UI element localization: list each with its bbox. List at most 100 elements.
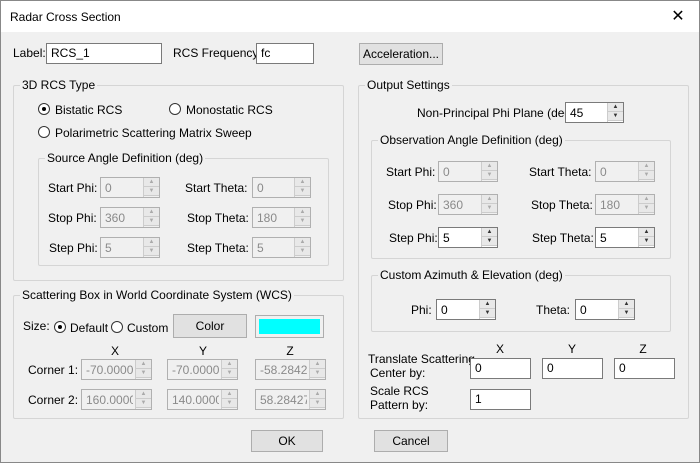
step-phi-label: Step Phi:: [389, 231, 438, 245]
scale-input[interactable]: 1: [470, 389, 531, 410]
down-arrow-icon[interactable]: ▼: [619, 309, 634, 318]
ok-button[interactable]: OK: [251, 430, 323, 452]
down-arrow-icon[interactable]: ▼: [482, 204, 497, 213]
down-arrow-icon[interactable]: ▼: [480, 309, 495, 318]
value: -70.000000: [86, 363, 133, 377]
down-arrow-icon[interactable]: ▼: [136, 399, 151, 408]
translate-x-input[interactable]: 0: [470, 358, 531, 379]
stop-theta-label: Stop Theta:: [531, 198, 593, 212]
down-arrow-icon[interactable]: ▼: [482, 237, 497, 246]
up-arrow-icon[interactable]: ▲: [144, 208, 159, 217]
up-arrow-icon[interactable]: ▲: [639, 195, 654, 204]
value: 0: [441, 303, 448, 317]
up-arrow-icon[interactable]: ▲: [639, 162, 654, 171]
corner2-z-spinner[interactable]: 58.284271▲▼: [255, 389, 326, 410]
custom-size-radio[interactable]: [111, 321, 123, 333]
obs-stop-theta-spinner[interactable]: 180 ▲ ▼: [595, 194, 655, 215]
npp-spinner[interactable]: 45 ▲ ▼: [565, 102, 624, 123]
obs-start-theta-spinner[interactable]: 0 ▲ ▼: [595, 161, 655, 182]
down-arrow-icon[interactable]: ▼: [144, 217, 159, 226]
up-arrow-icon[interactable]: ▲: [136, 390, 151, 399]
down-arrow-icon[interactable]: ▼: [295, 217, 310, 226]
up-arrow-icon[interactable]: ▲: [482, 162, 497, 171]
obs-start-phi-spinner[interactable]: 0 ▲ ▼: [438, 161, 498, 182]
down-arrow-icon[interactable]: ▼: [310, 369, 325, 378]
acceleration-button[interactable]: Acceleration...: [359, 43, 443, 65]
start-theta-label: Start Theta:: [529, 165, 592, 179]
obs-step-theta-spinner[interactable]: 5 ▲ ▼: [595, 227, 655, 248]
dialog-window: Radar Cross Section ✕ Label: RCS_1 RCS F…: [0, 0, 700, 463]
source-stop-theta-spinner[interactable]: 180 ▲ ▼: [252, 207, 311, 228]
translate-z-input[interactable]: 0: [614, 358, 675, 379]
down-arrow-icon[interactable]: ▼: [136, 369, 151, 378]
down-arrow-icon[interactable]: ▼: [639, 237, 654, 246]
up-arrow-icon[interactable]: ▲: [310, 360, 325, 369]
polarimetric-label: Polarimetric Scattering Matrix Sweep: [55, 126, 252, 140]
up-arrow-icon[interactable]: ▲: [295, 208, 310, 217]
up-arrow-icon[interactable]: ▲: [482, 228, 497, 237]
down-arrow-icon[interactable]: ▼: [144, 187, 159, 196]
down-arrow-icon[interactable]: ▼: [639, 204, 654, 213]
down-arrow-icon[interactable]: ▼: [639, 171, 654, 180]
source-start-phi-spinner[interactable]: 0 ▲ ▼: [100, 177, 160, 198]
down-arrow-icon[interactable]: ▼: [144, 247, 159, 256]
up-arrow-icon[interactable]: ▲: [608, 103, 623, 112]
down-arrow-icon[interactable]: ▼: [295, 247, 310, 256]
polarimetric-radio[interactable]: [38, 126, 50, 138]
up-arrow-icon[interactable]: ▲: [619, 300, 634, 309]
up-arrow-icon[interactable]: ▲: [480, 300, 495, 309]
up-arrow-icon[interactable]: ▲: [144, 238, 159, 247]
default-size-radio[interactable]: [54, 321, 66, 333]
source-step-theta-spinner[interactable]: 5 ▲ ▼: [252, 237, 311, 258]
cancel-button[interactable]: Cancel: [374, 430, 448, 452]
custom-theta-spinner[interactable]: 0 ▲ ▼: [575, 299, 635, 320]
up-arrow-icon[interactable]: ▲: [639, 228, 654, 237]
phi-label: Phi:: [411, 303, 432, 317]
source-start-theta-spinner[interactable]: 0 ▲ ▼: [252, 177, 311, 198]
label-label: Label:: [13, 46, 46, 60]
up-arrow-icon[interactable]: ▲: [295, 178, 310, 187]
label-input[interactable]: RCS_1: [46, 43, 162, 64]
up-arrow-icon[interactable]: ▲: [136, 360, 151, 369]
down-arrow-icon[interactable]: ▼: [222, 369, 237, 378]
corner1-x-spinner[interactable]: -70.000000▲▼: [81, 359, 152, 380]
monostatic-radio[interactable]: [169, 103, 181, 115]
rcs-frequency-label: RCS Frequency:: [173, 46, 262, 60]
down-arrow-icon[interactable]: ▼: [222, 399, 237, 408]
group-title: Custom Azimuth & Elevation (deg): [378, 268, 565, 282]
value: 0: [443, 165, 450, 179]
up-arrow-icon[interactable]: ▲: [144, 178, 159, 187]
obs-stop-phi-spinner[interactable]: 360 ▲ ▼: [438, 194, 498, 215]
corner1-z-spinner[interactable]: -58.284271▲▼: [255, 359, 326, 380]
up-arrow-icon[interactable]: ▲: [222, 360, 237, 369]
down-arrow-icon[interactable]: ▼: [295, 187, 310, 196]
group-title: Scattering Box in World Coordinate Syste…: [20, 288, 294, 302]
corner1-y-spinner[interactable]: -70.000000▲▼: [167, 359, 238, 380]
down-arrow-icon[interactable]: ▼: [482, 171, 497, 180]
custom-phi-spinner[interactable]: 0 ▲ ▼: [436, 299, 496, 320]
source-step-phi-spinner[interactable]: 5 ▲ ▼: [100, 237, 160, 258]
scale-label-2: Pattern by:: [370, 398, 429, 412]
close-icon[interactable]: ✕: [661, 5, 695, 29]
y-header: Y: [567, 342, 576, 356]
color-button[interactable]: Color: [173, 314, 247, 338]
down-arrow-icon[interactable]: ▼: [608, 112, 623, 121]
color-swatch[interactable]: [255, 315, 324, 338]
up-arrow-icon[interactable]: ▲: [295, 238, 310, 247]
bistatic-radio[interactable]: [38, 103, 50, 115]
up-arrow-icon[interactable]: ▲: [482, 195, 497, 204]
bistatic-label: Bistatic RCS: [55, 103, 123, 117]
value: 180: [257, 211, 278, 225]
translate-y-input[interactable]: 0: [542, 358, 603, 379]
rcs-frequency-input[interactable]: fc: [256, 43, 314, 64]
source-stop-phi-spinner[interactable]: 360 ▲ ▼: [100, 207, 160, 228]
translate-label: Translate Scattering: [368, 352, 475, 366]
z-header: Z: [286, 344, 294, 358]
down-arrow-icon[interactable]: ▼: [310, 399, 325, 408]
up-arrow-icon[interactable]: ▲: [222, 390, 237, 399]
obs-step-phi-spinner[interactable]: 5 ▲ ▼: [438, 227, 498, 248]
translate-label-2: Center by:: [370, 366, 426, 380]
corner2-x-spinner[interactable]: 160.000000▲▼: [81, 389, 152, 410]
corner2-y-spinner[interactable]: 140.000000▲▼: [167, 389, 238, 410]
up-arrow-icon[interactable]: ▲: [310, 390, 325, 399]
